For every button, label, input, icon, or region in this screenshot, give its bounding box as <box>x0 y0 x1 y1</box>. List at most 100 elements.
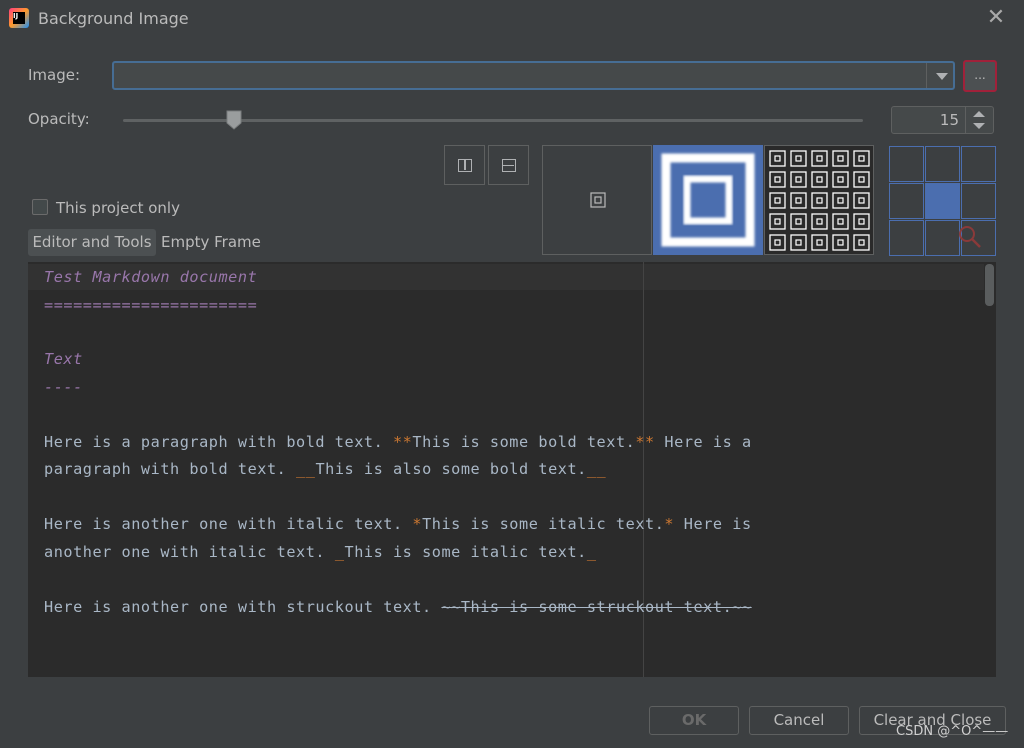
tile-square-inner <box>837 197 844 204</box>
code-text: Here is a <box>654 433 752 451</box>
flip-vertical-button[interactable] <box>488 145 529 185</box>
tile-square-inner <box>774 218 781 225</box>
image-path-combobox[interactable] <box>112 61 955 90</box>
anchor-cell[interactable] <box>889 183 924 219</box>
cancel-button[interactable]: Cancel <box>749 706 849 735</box>
anchor-cell[interactable] <box>961 146 996 182</box>
tile-square-inner <box>774 155 781 162</box>
anchor-cell[interactable] <box>961 183 996 219</box>
tile-square-inner <box>858 155 865 162</box>
tile-square <box>790 150 807 167</box>
dialog-title: Background Image <box>38 9 189 28</box>
tile-square <box>811 171 828 188</box>
tile-square <box>790 192 807 209</box>
opacity-slider-thumb[interactable] <box>226 110 242 130</box>
tile-square-inner <box>774 197 781 204</box>
anchor-cell[interactable] <box>925 183 960 219</box>
anchor-cell[interactable] <box>925 146 960 182</box>
close-icon[interactable]: ✕ <box>984 6 1008 30</box>
tile-square-inner <box>816 197 823 204</box>
this-project-only-checkbox[interactable] <box>32 199 48 215</box>
tile-square-inner <box>858 218 865 225</box>
tile-square-inner <box>774 239 781 246</box>
fill-mode-scale[interactable] <box>653 145 763 255</box>
tile-square <box>832 171 849 188</box>
spinner-up-icon[interactable] <box>968 110 990 120</box>
split-horizontal-icon <box>502 159 516 172</box>
bold-marker: ** <box>635 433 655 451</box>
tile-fill-icon <box>769 150 870 251</box>
italic-marker: * <box>664 515 675 533</box>
anchor-cell[interactable] <box>889 220 924 256</box>
code-line-6: paragraph with bold text. __This is also… <box>44 460 606 478</box>
tile-square <box>769 213 786 230</box>
tile-square-inner <box>816 176 823 183</box>
image-label: Image: <box>28 66 81 84</box>
tile-square <box>769 192 786 209</box>
tile-square <box>832 234 849 251</box>
code-line-4: ---- <box>44 378 83 396</box>
tile-square <box>832 150 849 167</box>
fill-mode-plain[interactable] <box>542 145 652 255</box>
flip-horizontal-button[interactable] <box>444 145 485 185</box>
tile-square <box>853 213 870 230</box>
fill-mode-tile[interactable] <box>764 145 874 255</box>
tile-square-inner <box>858 176 865 183</box>
code-text: Here is <box>674 515 752 533</box>
chevron-down-icon[interactable] <box>930 63 954 88</box>
code-line-7: Here is another one with italic text. *T… <box>44 515 752 533</box>
browse-button[interactable]: ... <box>963 60 997 92</box>
opacity-label: Opacity: <box>28 110 90 128</box>
tile-square-inner <box>795 197 802 204</box>
struckout-text: ~~This is some struckout text.~~ <box>441 598 752 616</box>
tile-square-inner <box>816 155 823 162</box>
tile-square <box>853 171 870 188</box>
bold-marker: __ <box>296 460 316 478</box>
spinner-down-icon[interactable] <box>968 121 990 131</box>
code-line-3: Text <box>44 350 83 368</box>
tile-square-inner <box>795 218 802 225</box>
code-line-5: Here is a paragraph with bold text. **Th… <box>44 433 752 451</box>
tile-square <box>811 234 828 251</box>
tile-square-inner <box>774 176 781 183</box>
tile-square-inner <box>837 218 844 225</box>
tab-empty-frame[interactable]: Empty Frame <box>161 229 261 256</box>
tile-square <box>790 213 807 230</box>
search-icon <box>959 226 981 248</box>
tile-square <box>853 192 870 209</box>
ok-button[interactable]: OK <box>649 706 739 735</box>
intellij-app-icon: IJ <box>9 8 29 28</box>
tile-square <box>769 171 786 188</box>
spinner-separator <box>965 107 966 133</box>
editor-scrollbar[interactable] <box>985 264 994 306</box>
watermark-text: CSDN @^O^—— <box>896 724 1009 739</box>
scale-fill-icon <box>661 153 755 247</box>
bold-marker: __ <box>586 460 607 478</box>
tile-square-inner <box>858 197 865 204</box>
tile-square <box>811 150 828 167</box>
bold-marker: ** <box>392 433 413 451</box>
combo-separator <box>926 63 927 88</box>
anchor-cell[interactable] <box>889 146 924 182</box>
code-text: Here is another one with italic text. <box>44 515 413 533</box>
italic-marker: _ <box>334 543 345 561</box>
tile-square <box>832 192 849 209</box>
tile-square <box>790 234 807 251</box>
code-text: This is some italic text. <box>422 515 665 533</box>
tile-square <box>811 213 828 230</box>
tile-square-inner <box>795 239 802 246</box>
tile-square <box>811 192 828 209</box>
tile-square <box>769 234 786 251</box>
tile-square-inner <box>837 239 844 246</box>
tile-square <box>853 150 870 167</box>
code-text: This is some bold text. <box>412 433 636 451</box>
tile-square <box>790 171 807 188</box>
tile-square <box>853 234 870 251</box>
tile-square-inner <box>795 176 802 183</box>
plain-fill-icon <box>590 192 606 208</box>
code-line-1: Test Markdown document <box>44 268 258 286</box>
code-line-8: another one with italic text. _This is s… <box>44 543 597 561</box>
tab-editor-and-tools[interactable]: Editor and Tools <box>28 229 156 256</box>
code-line-9: Here is another one with struckout text.… <box>44 598 752 616</box>
opacity-value[interactable]: 15 <box>891 106 959 134</box>
